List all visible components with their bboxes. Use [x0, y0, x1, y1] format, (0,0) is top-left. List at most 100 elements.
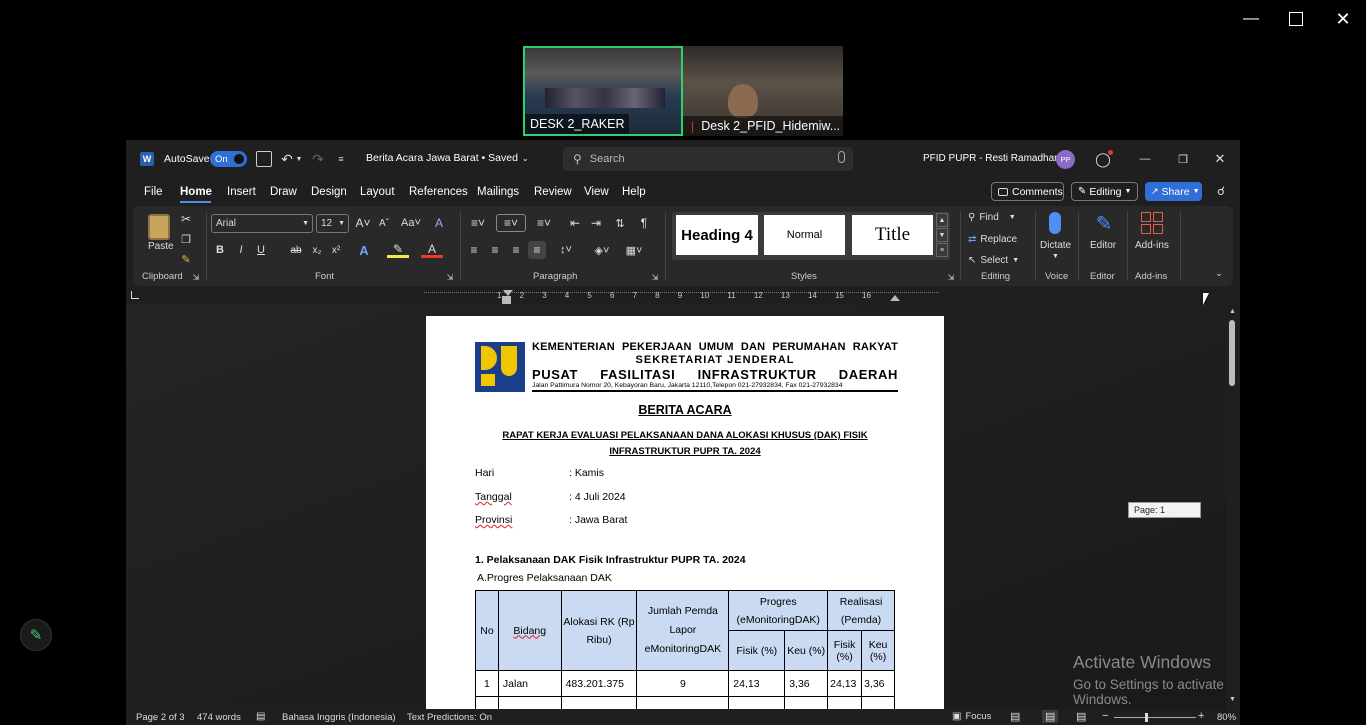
- increase-indent-icon[interactable]: ⇥: [588, 214, 604, 232]
- left-indent-marker[interactable]: [502, 296, 511, 304]
- focus-button[interactable]: ▣ Focus: [952, 711, 991, 722]
- tab-references[interactable]: References: [409, 186, 468, 198]
- line-spacing-icon[interactable]: ↕˅: [553, 242, 579, 258]
- redo-icon[interactable]: ↷: [309, 150, 327, 168]
- editor-label[interactable]: Editor: [1090, 240, 1116, 251]
- tab-file[interactable]: File: [144, 186, 163, 198]
- align-right-icon[interactable]: ≡: [508, 242, 524, 258]
- change-case-icon[interactable]: Aa˅: [398, 215, 424, 231]
- zoom-slider-thumb[interactable]: [1145, 713, 1148, 722]
- borders-icon[interactable]: ▦˅: [621, 242, 647, 258]
- tab-mailings[interactable]: Mailings: [477, 186, 519, 198]
- search-box[interactable]: ⚲ Search: [563, 147, 853, 171]
- underline-icon[interactable]: U: [254, 242, 268, 258]
- undo-dropdown-icon[interactable]: ▼: [295, 152, 303, 166]
- dictate-label[interactable]: Dictate: [1040, 240, 1071, 251]
- window-minimize-button[interactable]: —: [1242, 10, 1260, 28]
- editor-icon[interactable]: ✎: [1093, 211, 1115, 235]
- editing-mode-button[interactable]: ✎ Editing ▼: [1071, 182, 1138, 201]
- chevron-down-icon[interactable]: ▼: [1052, 253, 1059, 260]
- customize-toolbar-icon[interactable]: ≡: [335, 151, 347, 167]
- replace-button[interactable]: ⇄ Replace: [968, 234, 1017, 245]
- decrease-indent-icon[interactable]: ⇤: [567, 214, 583, 232]
- scroll-down-icon[interactable]: ▼: [1229, 696, 1236, 703]
- cut-icon[interactable]: ✂: [179, 212, 193, 226]
- tab-design[interactable]: Design: [311, 186, 347, 198]
- show-formatting-icon[interactable]: ¶: [636, 214, 652, 232]
- styles-more-icon[interactable]: ≡: [936, 243, 948, 257]
- tab-draw[interactable]: Draw: [270, 186, 297, 198]
- justify-icon[interactable]: ≡: [528, 241, 546, 259]
- styles-scroll-up-icon[interactable]: ▲: [936, 213, 948, 227]
- paste-label[interactable]: Paste: [148, 241, 174, 252]
- copilot-icon[interactable]: ☌: [1213, 183, 1229, 199]
- status-page[interactable]: Page 2 of 3: [136, 712, 185, 723]
- addins-label[interactable]: Add-ins: [1135, 240, 1169, 251]
- numbering-icon[interactable]: ≡˅: [496, 214, 526, 232]
- document-title[interactable]: Berita Acara Jawa Barat • Saved ⌄: [366, 152, 529, 164]
- tab-review[interactable]: Review: [534, 186, 572, 198]
- status-words[interactable]: 474 words: [197, 712, 241, 723]
- restore-icon[interactable]: ❐: [1174, 150, 1192, 168]
- zoom-slider[interactable]: [1114, 713, 1196, 722]
- increase-font-icon[interactable]: A˅: [355, 215, 371, 231]
- bold-icon[interactable]: B: [213, 242, 227, 258]
- close-icon[interactable]: ✕: [1211, 150, 1229, 168]
- select-button[interactable]: ↖ Select ▼: [968, 255, 1019, 266]
- collapse-ribbon-icon[interactable]: ⌄: [1212, 266, 1226, 280]
- format-painter-icon[interactable]: ✎: [179, 252, 193, 266]
- scroll-up-icon[interactable]: ▲: [1229, 308, 1236, 315]
- minimize-icon[interactable]: —: [1136, 150, 1154, 168]
- style-title[interactable]: Title: [852, 215, 933, 255]
- zoom-level[interactable]: 80%: [1217, 712, 1236, 723]
- dialog-launcher-icon[interactable]: ⇲: [445, 272, 455, 282]
- undo-icon[interactable]: ↶: [278, 150, 296, 168]
- tab-selector-icon[interactable]: [131, 291, 139, 299]
- copy-icon[interactable]: ❐: [179, 232, 193, 246]
- find-button[interactable]: ⚲ Find ▼: [968, 212, 1016, 223]
- video-tile-2[interactable]: ❘ Desk 2_PFID_Hidemiw...: [683, 46, 843, 136]
- clear-formatting-icon[interactable]: A: [431, 215, 447, 231]
- window-restore-button[interactable]: [1289, 12, 1303, 26]
- share-button[interactable]: ↗ Share ▼: [1145, 182, 1202, 201]
- dialog-launcher-icon[interactable]: ⇲: [191, 272, 201, 282]
- align-center-icon[interactable]: ≡: [487, 242, 503, 258]
- strikethrough-icon[interactable]: ab: [288, 242, 304, 258]
- scrollbar-thumb[interactable]: [1229, 320, 1235, 386]
- bullets-icon[interactable]: ≡˅: [466, 214, 490, 232]
- paste-icon[interactable]: [148, 214, 170, 240]
- text-effects-icon[interactable]: A: [353, 242, 375, 258]
- align-left-icon[interactable]: ≡: [466, 242, 482, 258]
- autosave-toggle[interactable]: On: [210, 151, 247, 167]
- save-icon[interactable]: [256, 151, 272, 167]
- font-size-select[interactable]: 12 ▼: [316, 214, 349, 233]
- microphone-icon[interactable]: [838, 151, 845, 163]
- video-tile-1[interactable]: DESK 2_RAKER: [523, 46, 683, 136]
- decrease-font-icon[interactable]: Aˇ: [376, 215, 392, 231]
- document-page[interactable]: KEMENTERIAN PEKERJAAN UMUM DAN PERUMAHAN…: [426, 316, 944, 709]
- zoom-out-icon[interactable]: −: [1102, 710, 1108, 722]
- annotate-button[interactable]: ✎: [20, 619, 52, 651]
- zoom-in-icon[interactable]: +: [1198, 710, 1204, 722]
- styles-scroll-down-icon[interactable]: ▼: [936, 228, 948, 242]
- font-color-icon[interactable]: A: [421, 242, 443, 258]
- shading-icon[interactable]: ◈˅: [589, 242, 615, 258]
- read-mode-icon[interactable]: ▤: [1010, 710, 1020, 723]
- user-avatar[interactable]: PP: [1056, 150, 1075, 169]
- addins-icon[interactable]: [1141, 212, 1163, 234]
- tab-insert[interactable]: Insert: [227, 186, 256, 198]
- style-heading4[interactable]: Heading 4: [676, 215, 758, 255]
- status-language[interactable]: Bahasa Inggris (Indonesia): [282, 712, 396, 723]
- dialog-launcher-icon[interactable]: ⇲: [650, 272, 660, 282]
- style-normal[interactable]: Normal: [764, 215, 845, 255]
- tab-view[interactable]: View: [584, 186, 609, 198]
- window-close-button[interactable]: ✕: [1334, 8, 1352, 30]
- tab-home[interactable]: Home: [180, 186, 212, 198]
- tab-layout[interactable]: Layout: [360, 186, 395, 198]
- superscript-icon[interactable]: x²: [329, 242, 343, 258]
- web-layout-icon[interactable]: ▤: [1076, 710, 1086, 723]
- sort-icon[interactable]: ⇅: [612, 214, 628, 232]
- microphone-icon[interactable]: [1049, 212, 1061, 234]
- dialog-launcher-icon[interactable]: ⇲: [946, 272, 956, 282]
- multilevel-list-icon[interactable]: ≡˅: [532, 214, 556, 232]
